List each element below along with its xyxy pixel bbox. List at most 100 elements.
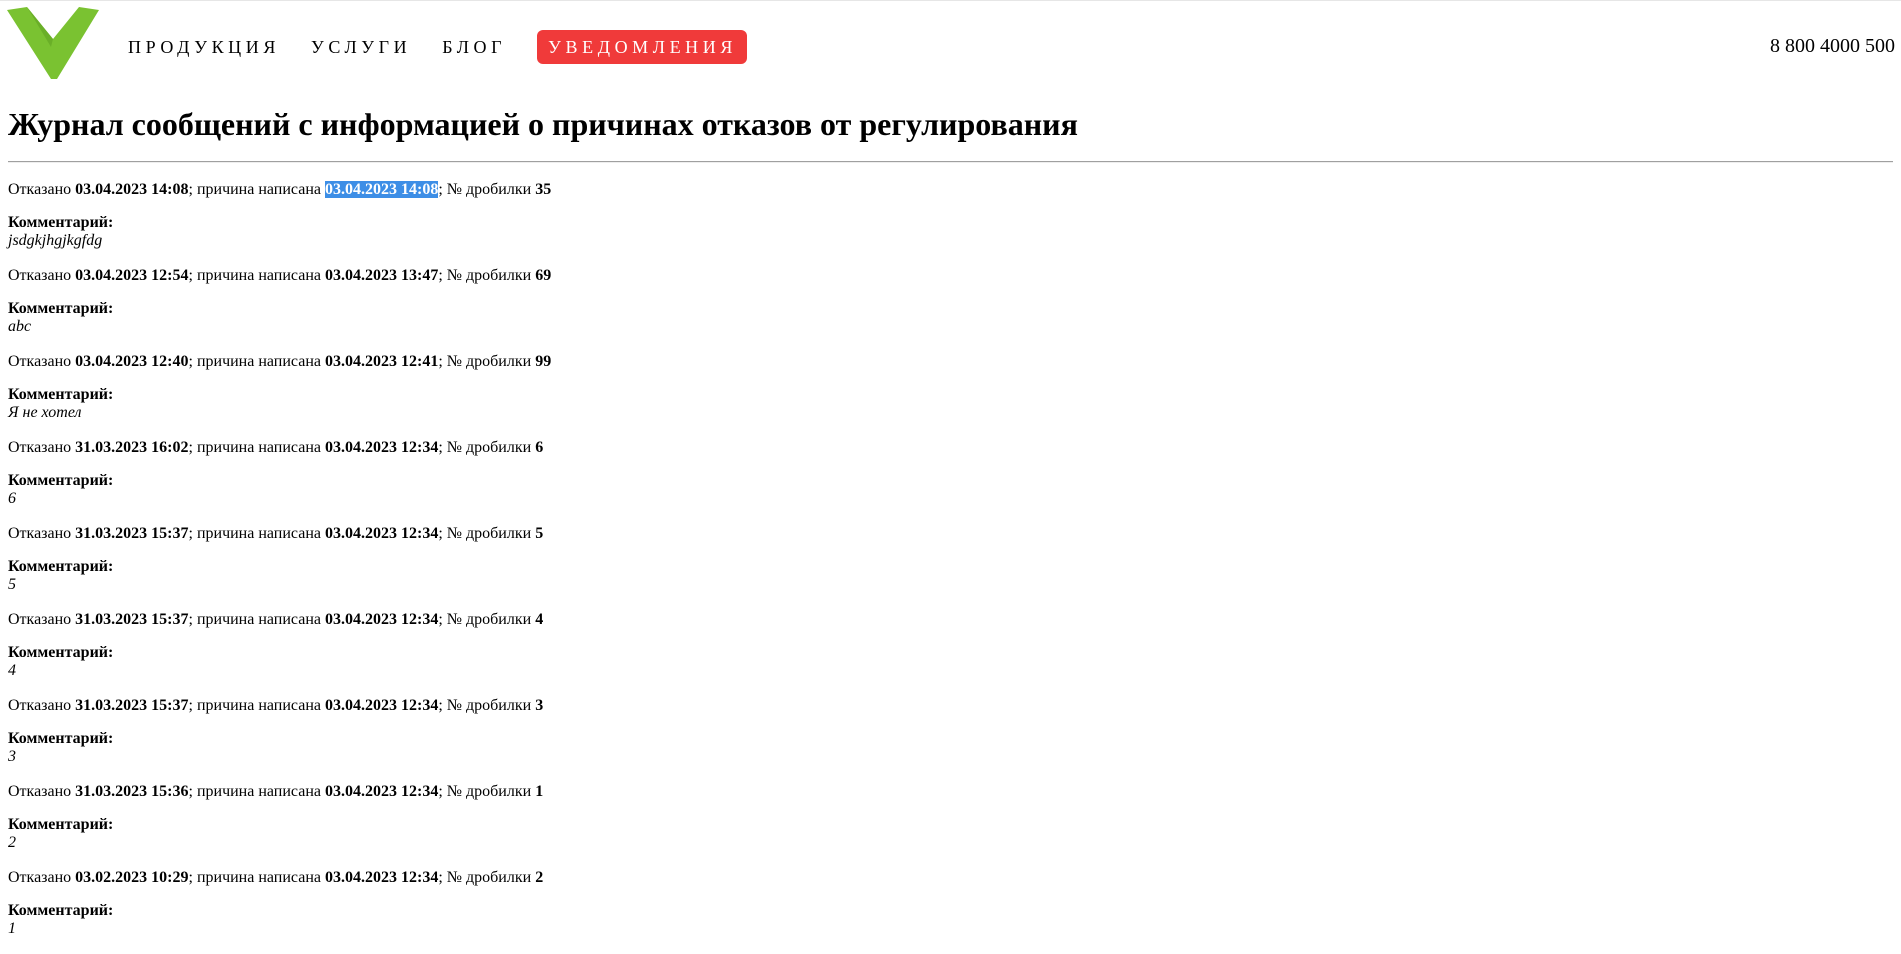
refused-time: 03.04.2023 12:54: [75, 267, 189, 284]
written-time: 03.04.2023 12:34: [324, 697, 439, 714]
entry-summary: Отказано 03.04.2023 12:54; причина напис…: [8, 266, 551, 285]
reason-written-label: ; причина написана: [188, 783, 321, 800]
nav-item-products[interactable]: ПРОДУКЦИЯ: [128, 30, 280, 64]
divider: [8, 161, 1893, 163]
crusher-label: ; № дробилки: [438, 783, 532, 800]
refused-label: Отказано: [8, 267, 72, 284]
reason-written-label: ; причина написана: [188, 697, 321, 714]
written-time: 03.04.2023 12:34: [324, 783, 439, 800]
written-time: 03.04.2023 12:34: [324, 869, 439, 886]
reason-written-label: ; причина написана: [188, 181, 321, 198]
log-entry: Отказано 31.03.2023 15:36; причина напис…: [8, 782, 1808, 868]
log-entry: Отказано 31.03.2023 16:02; причина напис…: [8, 438, 1808, 524]
phone-number[interactable]: 8 800 4000 500: [1770, 34, 1895, 58]
crusher-number: 99: [535, 353, 552, 370]
comment-text: 3: [8, 748, 16, 765]
comment-text: jsdgkjhgjkgfdg: [8, 232, 103, 249]
reason-written-label: ; причина написана: [188, 611, 321, 628]
comment-label: Комментарий:: [8, 816, 114, 833]
entry-summary: Отказано 03.04.2023 14:08; причина напис…: [8, 180, 551, 199]
written-time: 03.04.2023 12:34: [324, 611, 439, 628]
crusher-label: ; № дробилки: [438, 611, 532, 628]
refused-time: 03.04.2023 12:40: [75, 353, 189, 370]
crusher-number: 69: [535, 267, 552, 284]
refused-time: 31.03.2023 15:37: [75, 697, 189, 714]
entry-summary: Отказано 31.03.2023 15:36; причина напис…: [8, 782, 543, 801]
crusher-number: 4: [535, 611, 544, 628]
reason-written-label: ; причина написана: [188, 525, 321, 542]
log-entry: Отказано 31.03.2023 15:37; причина напис…: [8, 610, 1808, 696]
comment-text: 6: [8, 490, 16, 507]
log-entry: Отказано 03.04.2023 12:54; причина напис…: [8, 266, 1808, 352]
log-entry: Отказано 03.04.2023 14:08; причина напис…: [8, 180, 1808, 266]
comment-label: Комментарий:: [8, 902, 114, 919]
nav-item-notifications[interactable]: УВЕДОМЛЕНИЯ: [537, 30, 747, 64]
written-time: 03.04.2023 14:08: [324, 181, 439, 198]
message-log: Отказано 03.04.2023 14:08; причина напис…: [8, 180, 1808, 954]
crusher-number: 6: [535, 439, 544, 456]
comment-text: 1: [8, 920, 16, 937]
reason-written-label: ; причина написана: [188, 353, 321, 370]
logo-icon[interactable]: [7, 7, 99, 79]
comment-label: Комментарий:: [8, 730, 114, 747]
refused-time: 31.03.2023 15:36: [75, 783, 189, 800]
comment-label: Комментарий:: [8, 300, 114, 317]
crusher-label: ; № дробилки: [438, 869, 532, 886]
entry-summary: Отказано 31.03.2023 16:02; причина напис…: [8, 438, 543, 457]
crusher-number: 1: [535, 783, 544, 800]
refused-label: Отказано: [8, 697, 72, 714]
refused-label: Отказано: [8, 869, 72, 886]
refused-label: Отказано: [8, 611, 72, 628]
comment-text: 2: [8, 834, 16, 851]
refused-label: Отказано: [8, 525, 72, 542]
log-entry: Отказано 03.02.2023 10:29; причина напис…: [8, 868, 1808, 954]
nav-item-services[interactable]: УСЛУГИ: [311, 30, 411, 64]
log-entry: Отказано 31.03.2023 15:37; причина напис…: [8, 524, 1808, 610]
crusher-number: 2: [535, 869, 544, 886]
refused-label: Отказано: [8, 353, 72, 370]
crusher-number: 3: [535, 697, 544, 714]
comment-label: Комментарий:: [8, 558, 114, 575]
comment-label: Комментарий:: [8, 644, 114, 661]
reason-written-label: ; причина написана: [188, 439, 321, 456]
written-time: 03.04.2023 12:34: [324, 525, 439, 542]
entry-summary: Отказано 31.03.2023 15:37; причина напис…: [8, 524, 543, 543]
written-time: 03.04.2023 12:41: [324, 353, 439, 370]
comment-text: Я не хотел: [8, 404, 82, 421]
crusher-number: 5: [535, 525, 544, 542]
entry-summary: Отказано 03.04.2023 12:40; причина напис…: [8, 352, 551, 371]
log-entry: Отказано 31.03.2023 15:37; причина напис…: [8, 696, 1808, 782]
crusher-label: ; № дробилки: [438, 181, 532, 198]
refused-label: Отказано: [8, 439, 72, 456]
crusher-label: ; № дробилки: [438, 267, 532, 284]
log-entry: Отказано 03.04.2023 12:40; причина напис…: [8, 352, 1808, 438]
refused-label: Отказано: [8, 181, 72, 198]
crusher-number: 35: [535, 181, 552, 198]
comment-label: Комментарий:: [8, 214, 114, 231]
written-time: 03.04.2023 13:47: [324, 267, 439, 284]
entry-summary: Отказано 03.02.2023 10:29; причина напис…: [8, 868, 543, 887]
site-header: ПРОДУКЦИЯ УСЛУГИ БЛОГ УВЕДОМЛЕНИЯ 8 800 …: [0, 0, 1901, 90]
reason-written-label: ; причина написана: [188, 869, 321, 886]
entry-summary: Отказано 31.03.2023 15:37; причина напис…: [8, 696, 543, 715]
crusher-label: ; № дробилки: [438, 439, 532, 456]
entry-summary: Отказано 31.03.2023 15:37; причина напис…: [8, 610, 543, 629]
refused-time: 31.03.2023 15:37: [75, 611, 189, 628]
refused-label: Отказано: [8, 783, 72, 800]
crusher-label: ; № дробилки: [438, 525, 532, 542]
refused-time: 03.04.2023 14:08: [75, 181, 189, 198]
page-title: Журнал сообщений с информацией о причина…: [8, 106, 1078, 142]
refused-time: 31.03.2023 16:02: [75, 439, 189, 456]
written-time: 03.04.2023 12:34: [324, 439, 439, 456]
refused-time: 03.02.2023 10:29: [75, 869, 189, 886]
main-nav: ПРОДУКЦИЯ УСЛУГИ БЛОГ УВЕДОМЛЕНИЯ: [128, 30, 778, 64]
reason-written-label: ; причина написана: [188, 267, 321, 284]
comment-label: Комментарий:: [8, 386, 114, 403]
crusher-label: ; № дробилки: [438, 353, 532, 370]
comment-text: 5: [8, 576, 16, 593]
comment-label: Комментарий:: [8, 472, 114, 489]
comment-text: 4: [8, 662, 16, 679]
crusher-label: ; № дробилки: [438, 697, 532, 714]
nav-item-blog[interactable]: БЛОГ: [442, 30, 506, 64]
comment-text: abc: [8, 318, 32, 335]
